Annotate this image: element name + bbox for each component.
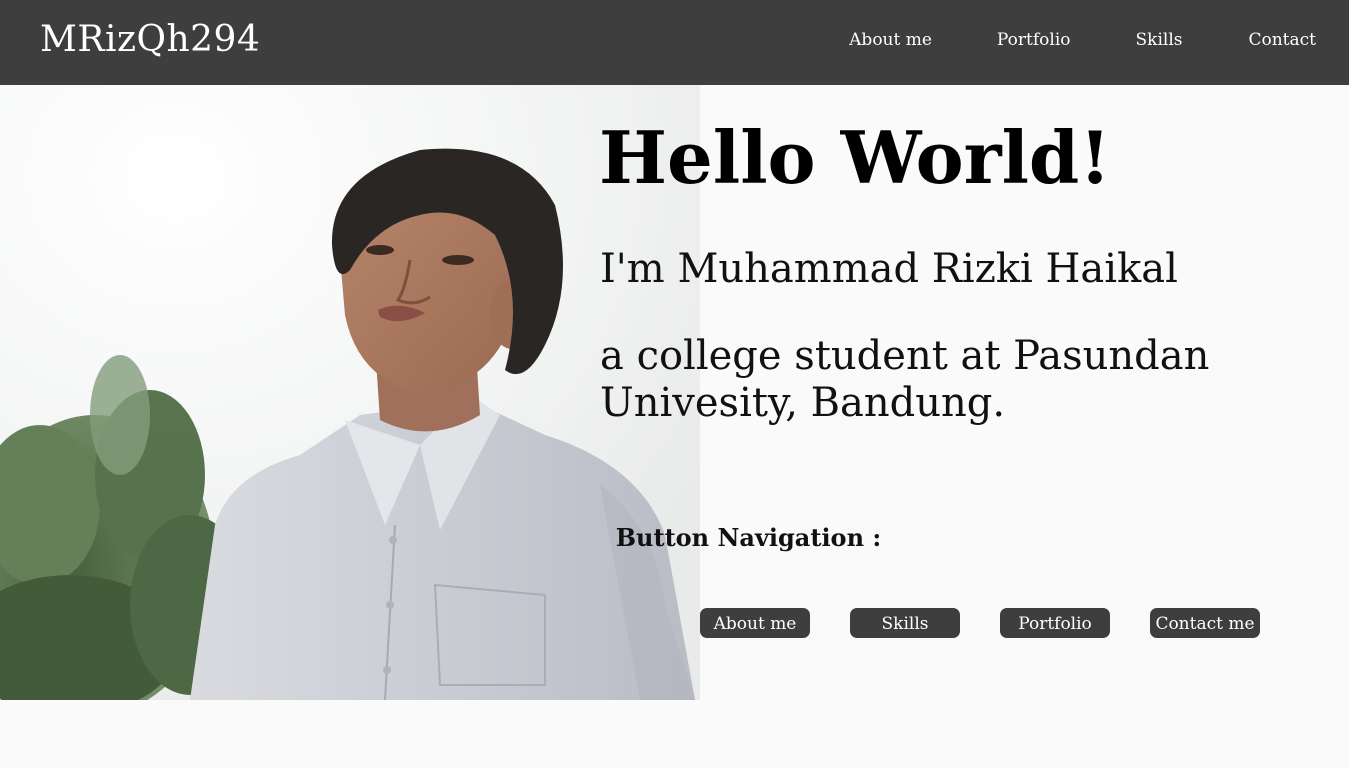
- nav-link-portfolio[interactable]: Portfolio: [997, 29, 1071, 51]
- button-navigation-title: Button Navigation :: [615, 523, 882, 552]
- button-navigation-title-row: Button Navigation :: [0, 522, 1349, 554]
- about-me-button[interactable]: About me: [700, 608, 810, 638]
- nav-link-contact[interactable]: Contact: [1248, 29, 1316, 51]
- nav-links: About me Portfolio Skills Contact: [849, 29, 1316, 51]
- hero-heading: Hello World!: [599, 115, 1111, 200]
- contact-me-button[interactable]: Contact me: [1150, 608, 1260, 638]
- hero-name: I'm Muhammad Rizki Haikal: [600, 246, 1178, 292]
- hero-description: a college student at Pasundan Univesity,…: [600, 333, 1210, 426]
- site-brand[interactable]: MRizQh294: [40, 18, 260, 62]
- portfolio-button[interactable]: Portfolio: [1000, 608, 1110, 638]
- portrait-photo: [0, 85, 700, 700]
- skills-button[interactable]: Skills: [850, 608, 960, 638]
- nav-link-skills[interactable]: Skills: [1136, 29, 1183, 51]
- top-navbar: MRizQh294 About me Portfolio Skills Cont…: [0, 0, 1349, 85]
- nav-link-about[interactable]: About me: [849, 29, 932, 51]
